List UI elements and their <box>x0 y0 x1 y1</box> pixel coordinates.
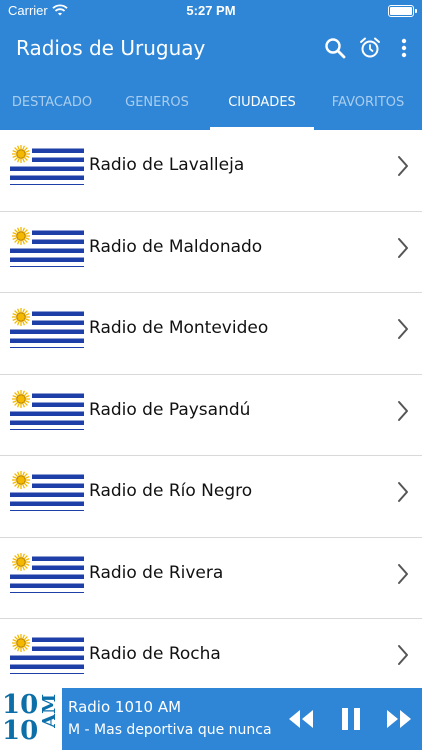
mini-player[interactable]: 10 10 AM Radio 1010 AM M - Mas deportiva… <box>0 688 422 750</box>
city-row[interactable]: Radio de Montevideo <box>0 293 422 375</box>
app-bar: Radios de Uruguay <box>0 22 422 76</box>
rewind-icon[interactable] <box>287 706 315 732</box>
city-label: Radio de Montevideo <box>89 318 269 338</box>
chevron-right-icon <box>398 319 408 339</box>
chevron-right-icon <box>398 156 408 176</box>
chevron-right-icon <box>398 482 408 502</box>
city-label: Radio de Maldonado <box>89 236 263 257</box>
city-row[interactable]: Radio de Lavalleja <box>0 130 422 212</box>
status-bar: Carrier 5:27 PM <box>0 0 422 22</box>
uruguay-flag-icon <box>10 307 84 348</box>
tab-generos[interactable]: GENEROS <box>104 76 210 130</box>
more-vert-icon[interactable] <box>395 36 413 60</box>
city-row[interactable]: Radio de Rocha <box>0 619 422 688</box>
app-title: Radios de Uruguay <box>16 36 206 60</box>
city-label: Radio de Paysandú <box>89 399 251 420</box>
chevron-right-icon <box>398 563 408 584</box>
uruguay-flag-icon <box>10 633 84 674</box>
chevron-right-icon <box>398 237 408 258</box>
tab-destacado[interactable]: DESTACADO <box>0 76 104 130</box>
pause-icon[interactable] <box>337 706 365 732</box>
chevron-right-icon <box>398 645 408 665</box>
city-label: Radio de Lavalleja <box>89 155 245 175</box>
tab-bar: DESTACADO GENEROS CIUDADES FAVORITOS <box>0 76 422 130</box>
battery-icon <box>388 5 417 17</box>
fast-forward-icon[interactable] <box>385 706 413 732</box>
tab-ciudades[interactable]: CIUDADES <box>210 76 314 130</box>
city-label: Radio de Rivera <box>89 562 224 583</box>
chevron-right-icon <box>398 400 408 421</box>
search-icon[interactable] <box>323 36 347 60</box>
alarm-clock-icon[interactable] <box>358 36 382 60</box>
uruguay-flag-icon <box>10 144 84 185</box>
city-list: Radio de Lavalleja Radio de Maldonado Ra… <box>0 130 422 688</box>
station-name: Radio 1010 AM <box>68 698 182 716</box>
city-label: Radio de Rocha <box>89 644 221 664</box>
city-row[interactable]: Radio de Maldonado <box>0 212 422 293</box>
uruguay-flag-icon <box>10 225 84 267</box>
city-row[interactable]: Radio de Paysandú <box>0 375 422 456</box>
uruguay-flag-icon <box>10 470 84 511</box>
station-logo: 10 10 AM <box>0 688 62 750</box>
city-label: Radio de Río Negro <box>89 481 253 501</box>
city-row[interactable]: Radio de Río Negro <box>0 456 422 538</box>
uruguay-flag-icon <box>10 551 84 593</box>
city-row[interactable]: Radio de Rivera <box>0 538 422 619</box>
uruguay-flag-icon <box>10 388 84 430</box>
tab-favoritos[interactable]: FAVORITOS <box>314 76 422 130</box>
clock: 5:27 PM <box>186 3 236 18</box>
now-playing-text: M - Mas deportiva que nunca MU <box>68 722 276 738</box>
